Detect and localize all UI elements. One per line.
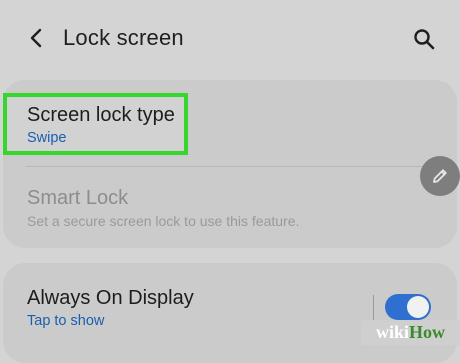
back-button[interactable] [22,24,50,52]
screen-lock-type-value: Swipe [27,130,67,146]
page-title: Lock screen [63,25,184,50]
smart-lock-description: Set a secure screen lock to use this fea… [27,213,300,229]
aod-label: Always On Display [27,287,194,309]
app-header: Lock screen [0,0,460,78]
divider [26,166,446,167]
smart-lock-label: Smart Lock [27,187,129,209]
watermark-wiki: wiki [375,322,409,342]
wikihow-watermark: wiki How [361,320,460,345]
chevron-left-icon [30,28,42,48]
aod-subtitle: Tap to show [27,313,105,329]
search-icon [414,29,435,50]
toggle-knob [407,296,429,318]
search-button[interactable] [409,24,439,54]
pencil-icon [433,169,447,183]
watermark-how: How [409,322,445,342]
toggle-separator [373,295,374,321]
aod-toggle[interactable] [385,294,431,320]
screen-lock-type-label: Screen lock type [27,104,175,126]
edit-button[interactable] [420,156,460,196]
